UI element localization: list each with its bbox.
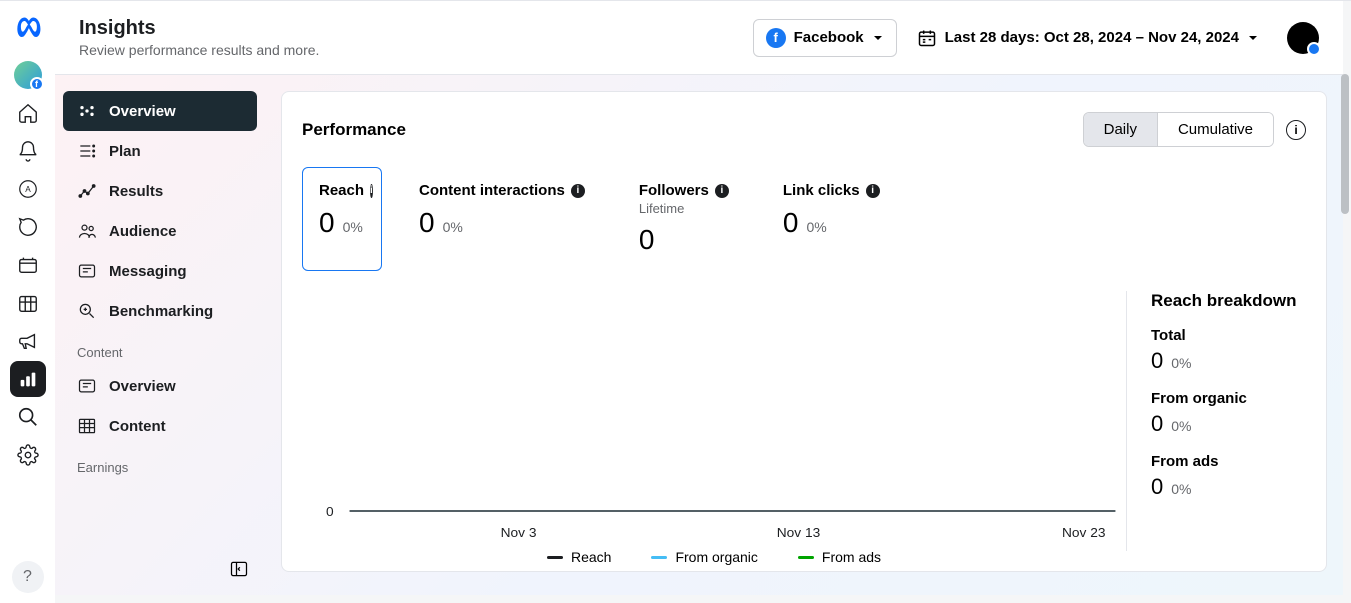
platform-selector[interactable]: f Facebook xyxy=(753,19,897,57)
sidebar-item-content[interactable]: Content xyxy=(63,406,257,446)
reach-chart: 0 Nov 3 Nov 13 Nov 23 Reach From organic xyxy=(302,291,1126,551)
sidebar-label: Overview xyxy=(109,103,176,120)
sidebar-item-content-overview[interactable]: Overview xyxy=(63,366,257,406)
legend-ads: From ads xyxy=(798,549,881,565)
breakdown-organic: From organic 00% xyxy=(1151,390,1306,437)
chevron-down-icon xyxy=(1247,32,1259,44)
sidebar-label: Plan xyxy=(109,143,141,160)
breakdown-ads: From ads 00% xyxy=(1151,453,1306,500)
breakdown-total: Total 00% xyxy=(1151,327,1306,374)
content-grid-icon xyxy=(77,416,97,436)
rail-help[interactable]: ? xyxy=(12,561,44,593)
metric-followers[interactable]: Followersi Lifetime 0 xyxy=(622,167,746,271)
rail-search[interactable] xyxy=(10,399,46,435)
rail-inbox[interactable] xyxy=(10,209,46,245)
sidebar-label: Messaging xyxy=(109,263,187,280)
sidebar-label: Overview xyxy=(109,378,176,395)
sidebar-label: Audience xyxy=(109,223,177,240)
page-title: Insights xyxy=(79,17,737,40)
metric-content-interactions[interactable]: Content interactionsi 00% xyxy=(402,167,602,271)
sidebar-collapse-button[interactable] xyxy=(225,555,253,583)
date-range-selector[interactable]: Last 28 days: Oct 28, 2024 – Nov 24, 202… xyxy=(913,20,1263,56)
content-overview-icon xyxy=(77,376,97,396)
svg-text:Nov 23: Nov 23 xyxy=(1062,525,1105,540)
svg-text:0: 0 xyxy=(326,504,334,519)
breakdown-title: Reach breakdown xyxy=(1151,291,1306,311)
collapse-icon xyxy=(229,559,249,579)
rail-planner[interactable] xyxy=(10,285,46,321)
rail-ads[interactable]: A xyxy=(10,171,46,207)
benchmarking-icon xyxy=(77,301,97,321)
metric-cards: Reachi 00% Content interactionsi 00% Fol… xyxy=(302,167,1306,271)
rail-insights[interactable] xyxy=(10,361,46,397)
info-icon[interactable]: i xyxy=(370,184,373,198)
sidebar-item-messaging[interactable]: Messaging xyxy=(63,251,257,291)
facebook-badge-icon xyxy=(1307,42,1321,56)
overview-icon xyxy=(77,101,97,121)
svg-text:A: A xyxy=(25,185,31,194)
sidebar-label: Benchmarking xyxy=(109,303,213,320)
info-icon[interactable]: i xyxy=(866,184,880,198)
rail-home[interactable] xyxy=(10,95,46,131)
chart-legend: Reach From organic From ads xyxy=(302,549,1126,565)
sidebar-label: Content xyxy=(109,418,166,435)
results-icon xyxy=(77,181,97,201)
global-nav-rail: A ? xyxy=(0,1,55,603)
svg-text:Nov 3: Nov 3 xyxy=(501,525,537,540)
rail-ads-megaphone[interactable] xyxy=(10,323,46,359)
plan-icon xyxy=(77,141,97,161)
audience-icon xyxy=(77,221,97,241)
sidebar-label: Results xyxy=(109,183,163,200)
reach-breakdown: Reach breakdown Total 00% From organic 0… xyxy=(1126,291,1306,551)
panel-info-icon[interactable]: i xyxy=(1286,120,1306,140)
sidebar-item-results[interactable]: Results xyxy=(63,171,257,211)
view-toggle: Daily Cumulative xyxy=(1083,112,1274,147)
sidebar-item-audience[interactable]: Audience xyxy=(63,211,257,251)
rail-account[interactable] xyxy=(10,57,46,93)
sidebar-item-plan[interactable]: Plan xyxy=(63,131,257,171)
info-icon[interactable]: i xyxy=(715,184,729,198)
sidebar-section-content: Content xyxy=(63,331,257,366)
meta-logo[interactable] xyxy=(10,11,46,47)
sidebar-item-overview[interactable]: Overview xyxy=(63,91,257,131)
rail-settings[interactable] xyxy=(10,437,46,473)
insights-sidebar: Overview Plan Results Audience Messaging xyxy=(55,75,265,595)
content-area: Performance Daily Cumulative i Reachi 00… xyxy=(265,75,1343,595)
legend-reach: Reach xyxy=(547,549,611,565)
view-daily-button[interactable]: Daily xyxy=(1084,113,1157,146)
metric-link-clicks[interactable]: Link clicksi 00% xyxy=(766,167,897,271)
rail-content[interactable] xyxy=(10,247,46,283)
rail-notifications[interactable] xyxy=(10,133,46,169)
view-cumulative-button[interactable]: Cumulative xyxy=(1157,113,1273,146)
calendar-icon xyxy=(917,28,937,48)
legend-organic: From organic xyxy=(651,549,757,565)
scrollbar[interactable] xyxy=(1341,74,1349,603)
messaging-icon xyxy=(77,261,97,281)
platform-label: Facebook xyxy=(794,29,864,46)
svg-text:Nov 13: Nov 13 xyxy=(777,525,820,540)
page-subtitle: Review performance results and more. xyxy=(79,42,737,58)
topbar: Insights Review performance results and … xyxy=(55,1,1343,75)
info-icon[interactable]: i xyxy=(571,184,585,198)
profile-avatar[interactable] xyxy=(1287,22,1319,54)
date-range-label: Last 28 days: Oct 28, 2024 – Nov 24, 202… xyxy=(945,29,1239,46)
chevron-down-icon xyxy=(872,32,884,44)
account-avatar-icon xyxy=(14,61,42,89)
metric-reach[interactable]: Reachi 00% xyxy=(302,167,382,271)
sidebar-item-benchmarking[interactable]: Benchmarking xyxy=(63,291,257,331)
performance-panel: Performance Daily Cumulative i Reachi 00… xyxy=(281,91,1327,572)
panel-title: Performance xyxy=(302,120,1071,140)
facebook-icon: f xyxy=(766,28,786,48)
sidebar-section-earnings: Earnings xyxy=(63,446,257,481)
